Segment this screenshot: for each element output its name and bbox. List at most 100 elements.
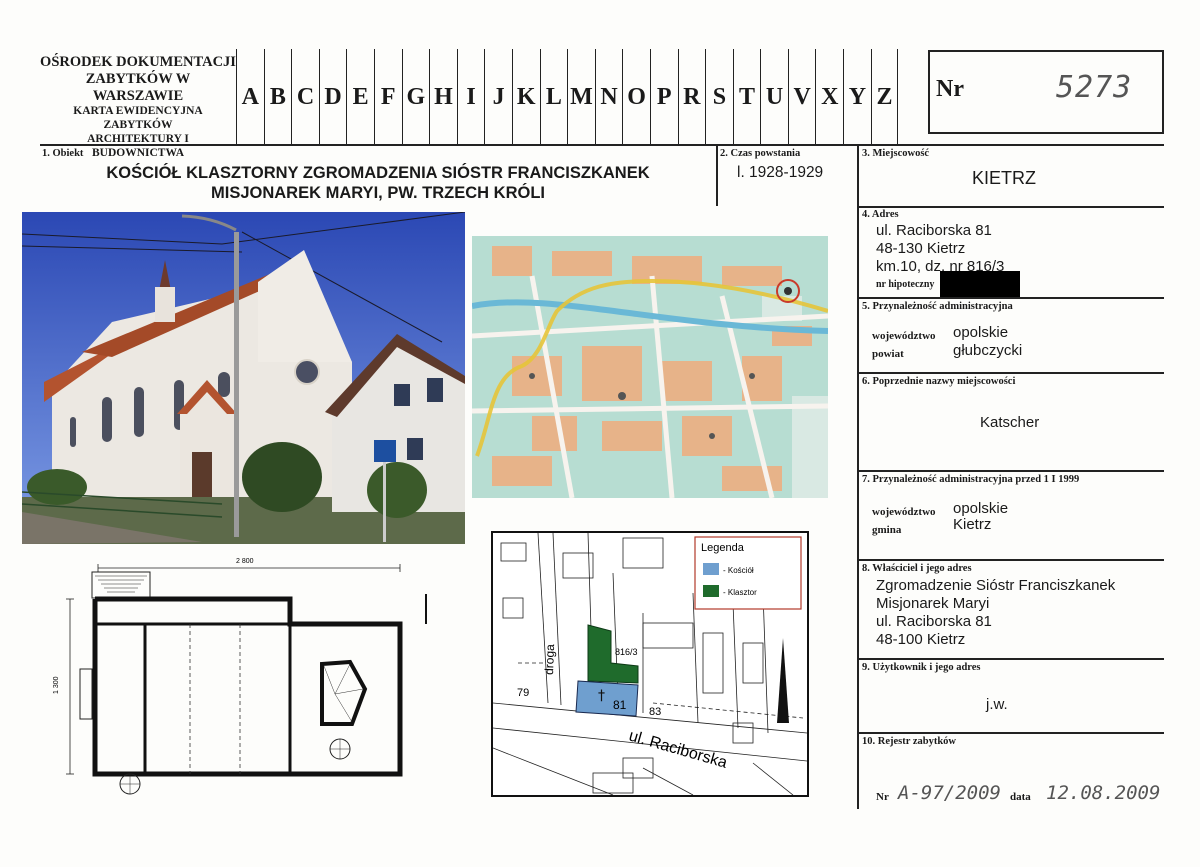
redaction-box (940, 271, 1020, 297)
header-rule (40, 144, 1164, 146)
miejscowosc-value: KIETRZ (972, 168, 1037, 188)
right-column-divider (857, 144, 859, 809)
index-letter-x: X (815, 49, 843, 145)
uzytkownik-value: j.w. (986, 696, 1008, 713)
plan-height-dim: 1 300 (53, 676, 60, 694)
rule-8 (857, 658, 1164, 660)
divider-czas (716, 144, 718, 206)
house-number-79: 79 (517, 687, 529, 699)
object-title: KOŚCIÓŁ KLASZTORNY ZGROMADZENIA SIÓSTR F… (40, 163, 716, 203)
wlasciciel-line-1: Zgromadzenie Sióstr Franciszkanek (876, 577, 1116, 594)
index-letter-n: N (594, 49, 623, 145)
cross-icon: † (598, 688, 605, 704)
org-line-1: OŚRODEK DOKUMENTACJI (40, 54, 236, 70)
index-letter-t: T (732, 49, 761, 145)
rule-9 (857, 732, 1164, 734)
house-number-83: 83 (649, 706, 661, 718)
adres-block: ul. Raciborska 81 48-130 Kietrz km.10, d… (876, 222, 1004, 276)
org-line-2: ZABYTKÓW W WARSZAWIE (85, 71, 191, 104)
object-title-line-2: MISJONAREK MARYI, PW. TRZECH KRÓLI (211, 184, 545, 202)
legend-title: Legenda (701, 542, 745, 554)
index-letter-g: G (401, 49, 430, 145)
rejestr-data-label: data (1010, 791, 1031, 803)
poprzednie-label: 6. Poprzednie nazwy miejscowości (862, 376, 1016, 387)
town-map (472, 236, 828, 498)
adres-line-2: 48-130 Kietrz (876, 240, 966, 257)
woj-label: województwo (872, 330, 936, 342)
index-letter-r: R (677, 49, 706, 145)
przed-woj-label: województwo (872, 506, 936, 518)
town-map-drawing (472, 236, 828, 498)
parcel-label: 816/3 (615, 647, 638, 657)
rejestr-label: 10. Rejestr zabytków (862, 736, 956, 747)
rule-6 (857, 470, 1164, 472)
rule-4 (857, 297, 1164, 299)
index-letter-i: I (456, 49, 485, 145)
czas-value: l. 1928-1929 (737, 164, 824, 181)
index-letter-d: D (318, 49, 347, 145)
wlasciciel-line-3: ul. Raciborska 81 (876, 613, 992, 630)
cadastral-drawing: † Legenda - Kościół - Klasztor 816/3 81 … (493, 533, 807, 795)
przed-label: 7. Przynależność administracyjna przed 1… (862, 474, 1080, 485)
floor-plan-drawing: 2 800 1 300 (53, 558, 427, 795)
uzytkownik-label: 9. Użytkownik i jego adres (862, 662, 981, 673)
index-letter-h: H (429, 49, 457, 145)
rule-3 (857, 206, 1164, 208)
object-title-line-1: KOŚCIÓŁ KLASZTORNY ZGROMADZENIA SIÓSTR F… (106, 164, 650, 182)
rejestr-nr-label: Nr (876, 791, 889, 803)
wlasciciel-line-4: 48-100 Kietrz (876, 631, 966, 648)
org-name: OŚRODEK DOKUMENTACJI ZABYTKÓW W WARSZAWI… (40, 54, 236, 105)
index-letter-m: M (567, 49, 595, 145)
index-letter-s: S (705, 49, 733, 145)
church-photo-drawing (22, 212, 465, 544)
index-letter-j: J (484, 49, 512, 145)
adres-line-1: ul. Raciborska 81 (876, 222, 992, 239)
wlasciciel-block: Zgromadzenie Sióstr Franciszkanek Misjon… (876, 577, 1115, 649)
obiekt-label: 1. Obiekt (42, 148, 84, 159)
czas-label: 2. Czas powstania (720, 148, 801, 159)
adres-label: 4. Adres (862, 209, 899, 220)
przed-woj-value: opolskie (953, 500, 1009, 517)
woj-value: opolskie (953, 324, 1009, 341)
index-letter-a: A (236, 49, 264, 145)
wlasciciel-line-2: Misjonarek Maryi (876, 595, 990, 612)
gmina-label: gmina (872, 524, 902, 536)
index-letters: ABCDEFGHIJKLMNOPRSTUVXYZ (236, 49, 899, 145)
rejestr-nr-value: A-97/2009 (898, 782, 1001, 804)
index-letter-k: K (511, 49, 540, 145)
powiat-label: powiat (872, 348, 904, 360)
powiat-value: głubczycki (953, 342, 1023, 359)
street-droga: droga (542, 644, 557, 675)
card-line-1: KARTA EWIDENCYJNA ZABYTKÓW (73, 105, 203, 131)
index-letter-z: Z (870, 49, 899, 145)
poprzednie-value: Katscher (980, 414, 1040, 431)
przynaleznosc-label: 5. Przynależność administracyjna (862, 301, 1013, 312)
index-letter-y: Y (843, 49, 871, 145)
plan-width-dim: 2 800 (236, 558, 254, 565)
rule-7 (857, 559, 1164, 561)
index-letter-p: P (649, 49, 678, 145)
church-photo (22, 212, 465, 544)
nr-value: 5273 (1056, 70, 1133, 105)
hipoteczny-label: nr hipoteczny (876, 279, 935, 290)
index-letter-u: U (760, 49, 788, 145)
rejestr-data-value: 12.08.2009 (1046, 782, 1161, 804)
index-letter-v: V (787, 49, 816, 145)
index-letter-e: E (346, 49, 374, 145)
index-letter-b: B (263, 49, 292, 145)
street-raciborska: ul. Raciborska (627, 728, 729, 772)
nr-label: Nr (936, 76, 964, 102)
wlasciciel-label: 8. Właściciel i jego adres (862, 563, 972, 574)
floor-plan: 2 800 1 300 (40, 554, 440, 800)
gmina-value: Kietrz (953, 516, 992, 533)
legend-church: - Kościół (723, 566, 754, 575)
index-letter-c: C (291, 49, 319, 145)
house-number-81: 81 (613, 698, 627, 712)
legend-monastery: - Klasztor (723, 588, 757, 597)
rule-5 (857, 372, 1164, 374)
cadastral-map: † Legenda - Kościół - Klasztor 816/3 81 … (491, 531, 809, 797)
index-letter-o: O (622, 49, 650, 145)
index-letter-f: F (373, 49, 402, 145)
miejscowosc-label: 3. Miejscowość (862, 148, 930, 159)
index-letter-l: L (539, 49, 568, 145)
